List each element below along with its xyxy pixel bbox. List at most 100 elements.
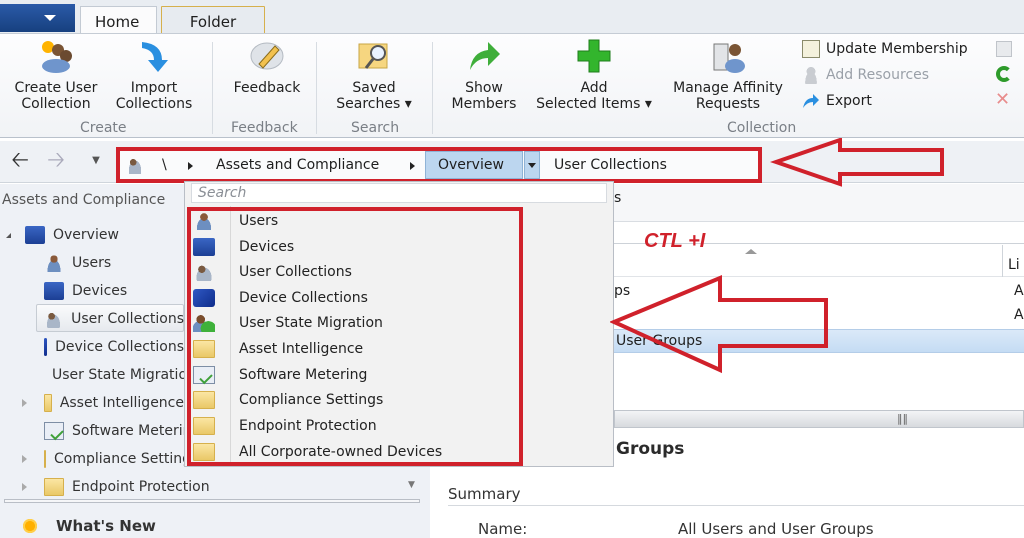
summary-heading: Summary — [448, 485, 521, 503]
copy-icon[interactable] — [996, 41, 1012, 57]
dropdown-item-user-state-migration[interactable]: User State Migration — [193, 311, 383, 335]
user-icon — [193, 212, 215, 230]
whats-new-label: What's New — [56, 517, 156, 535]
export-button[interactable]: Export — [802, 91, 872, 111]
dropdown-item-label: Devices — [239, 239, 295, 255]
delete-icon[interactable]: ✕ — [995, 89, 1010, 110]
user-collection-icon — [44, 310, 64, 328]
export-label: Export — [826, 93, 872, 109]
tree-item-label: Software Metering — [72, 423, 184, 439]
tree-item-user-state-migration[interactable]: User State Migration — [44, 362, 184, 388]
tree-item-software-metering[interactable]: Software Metering — [44, 418, 184, 444]
dropdown-item-compliance-settings[interactable]: Compliance Settings — [193, 388, 383, 412]
tree-item-overview[interactable]: Overview — [6, 222, 119, 248]
feedback-button[interactable]: Feedback — [224, 38, 310, 96]
tab-home[interactable]: Home — [80, 6, 157, 34]
user-collection-icon — [126, 156, 144, 174]
scrollbar-grip-icon: ‖‖ — [897, 412, 908, 425]
dropdown-item-label: Compliance Settings — [239, 392, 384, 408]
breadcrumb-separator-icon[interactable] — [410, 162, 415, 170]
horizontal-scrollbar[interactable]: ‖‖ — [614, 410, 1024, 428]
manage-affinity-requests-button[interactable]: Manage Affinity Requests — [664, 38, 792, 112]
show-members-button[interactable]: Show Members — [442, 38, 526, 112]
show-members-arrow-icon — [466, 38, 502, 74]
tree-item-endpoint-protection[interactable]: Endpoint Protection — [44, 474, 210, 500]
tree-item-device-collections[interactable]: Device Collections — [44, 334, 184, 360]
add-resources-icon — [802, 66, 820, 84]
add-plus-icon — [576, 38, 612, 74]
tree-item-compliance-settings[interactable]: Compliance Settings — [44, 446, 184, 472]
dropdown-item-all-corporate-owned-devices[interactable]: All Corporate-owned Devices — [193, 440, 442, 464]
dropdown-search-input[interactable]: Search — [191, 183, 607, 203]
back-button[interactable]: 🡠 — [6, 150, 34, 174]
workspace-splitter[interactable] — [4, 499, 420, 503]
dropdown-item-label: User Collections — [239, 264, 352, 280]
dropdown-item-software-metering[interactable]: Software Metering — [193, 363, 367, 387]
dropdown-item-endpoint-protection[interactable]: Endpoint Protection — [193, 414, 377, 438]
dropdown-item-devices[interactable]: Devices — [193, 235, 294, 259]
expand-icon[interactable] — [22, 455, 27, 463]
row-limiting: A — [1014, 283, 1024, 299]
device-collection-icon — [44, 338, 48, 356]
device-icon — [193, 238, 215, 256]
breadcrumb-root[interactable]: \ — [162, 157, 167, 173]
dropdown-item-label: Asset Intelligence — [239, 341, 364, 357]
collapse-icon[interactable] — [6, 232, 11, 238]
file-menu-button[interactable] — [0, 4, 75, 32]
import-collections-button[interactable]: Import Collections — [108, 38, 200, 112]
column-header-limiting[interactable]: Li — [1008, 257, 1020, 273]
expand-icon[interactable] — [22, 399, 27, 407]
tree-item-label: Users — [72, 255, 112, 271]
breadcrumb-user-collections[interactable]: User Collections — [554, 157, 667, 173]
saved-searches-button[interactable]: Saved Searches ▾ — [328, 38, 420, 112]
folder-icon — [193, 417, 215, 435]
breadcrumb-separator-icon[interactable] — [188, 162, 193, 170]
manage-affinity-label-2: Requests — [695, 96, 761, 112]
dropdown-item-device-collections[interactable]: Device Collections — [193, 286, 368, 310]
software-metering-icon — [193, 366, 215, 384]
create-user-collection-icon — [38, 38, 74, 74]
scroll-down-icon[interactable]: ▼ — [408, 480, 415, 490]
add-selected-items-button[interactable]: Add Selected Items ▾ — [530, 38, 658, 112]
breadcrumb-assets-and-compliance[interactable]: Assets and Compliance — [216, 157, 379, 173]
breadcrumb-overview[interactable]: Overview — [425, 151, 523, 179]
refresh-icon[interactable] — [996, 66, 1012, 82]
tree-item-user-collections[interactable]: User Collections — [44, 306, 184, 332]
add-resources-button[interactable]: Add Resources — [802, 65, 929, 85]
breadcrumb-overview-dropdown[interactable] — [524, 151, 540, 179]
update-membership-button[interactable]: Update Membership — [802, 39, 968, 59]
tab-folder[interactable]: Folder — [161, 6, 265, 34]
annotation-arrow-dropdown — [610, 275, 828, 374]
saved-searches-label-1: Saved — [352, 80, 396, 96]
dropdown-item-user-collections[interactable]: User Collections — [193, 260, 352, 284]
import-arrow-icon — [136, 38, 172, 74]
tree-item-label: Overview — [53, 227, 119, 243]
tree-item-asset-intelligence[interactable]: Asset Intelligence — [44, 390, 184, 416]
expand-icon[interactable] — [22, 483, 27, 491]
row-limiting: A — [1014, 307, 1024, 323]
show-members-label-2: Members — [451, 96, 517, 112]
export-arrow-icon — [802, 92, 820, 110]
folder-icon — [44, 478, 64, 496]
forward-button[interactable]: 🡢 — [42, 150, 70, 174]
history-dropdown-button[interactable]: ▼ — [82, 150, 110, 174]
create-user-collection-button[interactable]: Create User Collection — [8, 38, 104, 112]
group-label-create: Create — [80, 120, 127, 136]
dropdown-item-asset-intelligence[interactable]: Asset Intelligence — [193, 337, 363, 361]
create-user-collection-label-2: Collection — [21, 96, 91, 112]
dropdown-item-users[interactable]: Users — [193, 209, 278, 233]
list-title-partial: s — [614, 190, 622, 206]
dropdown-item-label: Device Collections — [239, 290, 368, 306]
ribbon-separator — [316, 42, 317, 134]
name-label: Name: — [478, 520, 528, 538]
name-value: All Users and User Groups — [678, 520, 874, 538]
manage-affinity-label-1: Manage Affinity — [673, 80, 783, 96]
whats-new-workspace[interactable]: What's New — [20, 516, 156, 536]
tree-item-devices[interactable]: Devices — [44, 278, 127, 304]
tree-item-users[interactable]: Users — [44, 250, 111, 276]
ribbon-tab-bar: Home Folder — [0, 0, 1024, 34]
group-label-feedback: Feedback — [231, 120, 298, 136]
column-separator[interactable] — [1002, 245, 1003, 277]
overview-icon — [25, 226, 45, 244]
software-metering-icon — [44, 422, 64, 440]
